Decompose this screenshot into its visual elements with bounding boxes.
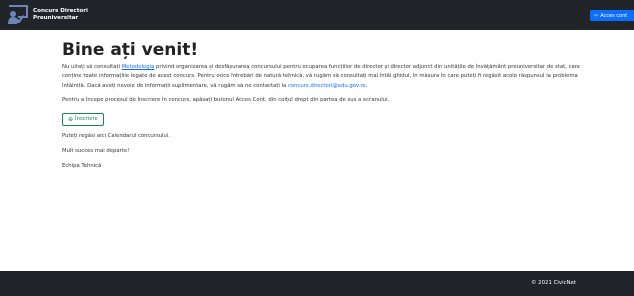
intro-paragraph: Nu uitați să consultați Metodologia priv… bbox=[62, 63, 582, 91]
footer: © 2021 CivicNet bbox=[0, 271, 634, 296]
start-instructions: Pentru a începe procesul de înscriere în… bbox=[62, 97, 390, 104]
calendar-text: Puteți regăsi aici Calendarul concursulu… bbox=[62, 132, 171, 139]
page-title: Bine ați venit! bbox=[62, 40, 199, 60]
main-content: Bine ați venit! Nu uitați să consultați … bbox=[62, 40, 582, 172]
contact-email-link[interactable]: concurs.directori@edu.gov.ro bbox=[288, 83, 366, 89]
inscriere-label: Înscriere bbox=[75, 116, 98, 123]
metodologia-link[interactable]: Metodologia bbox=[122, 64, 155, 70]
intro-text-before: Nu uitați să consultați bbox=[62, 64, 122, 70]
teacher-at-board-icon bbox=[8, 5, 28, 24]
success-text: Mult succes mai departe! bbox=[62, 148, 130, 155]
brand-text: Concurs Directori Preuniversitar bbox=[33, 8, 88, 21]
sign-in-icon: ⇦ bbox=[594, 12, 599, 19]
top-navbar: Concurs Directori Preuniversitar ⇦ Acces… bbox=[0, 0, 634, 30]
copyright-text: © 2021 CivicNet bbox=[531, 280, 576, 286]
intro-text-end: . bbox=[365, 82, 368, 89]
brand-line-1: Concurs Directori bbox=[33, 8, 88, 15]
add-user-icon: ⊕ bbox=[68, 115, 74, 123]
inscriere-button[interactable]: ⊕ Înscriere bbox=[62, 112, 104, 126]
acces-cont-label: Acces cont bbox=[600, 12, 628, 19]
brand[interactable]: Concurs Directori Preuniversitar bbox=[7, 4, 88, 26]
team-signature: Echipa Tehnică bbox=[62, 163, 102, 170]
brand-line-2: Preuniversitar bbox=[33, 15, 79, 21]
acces-cont-button[interactable]: ⇦ Acces cont bbox=[590, 10, 634, 21]
